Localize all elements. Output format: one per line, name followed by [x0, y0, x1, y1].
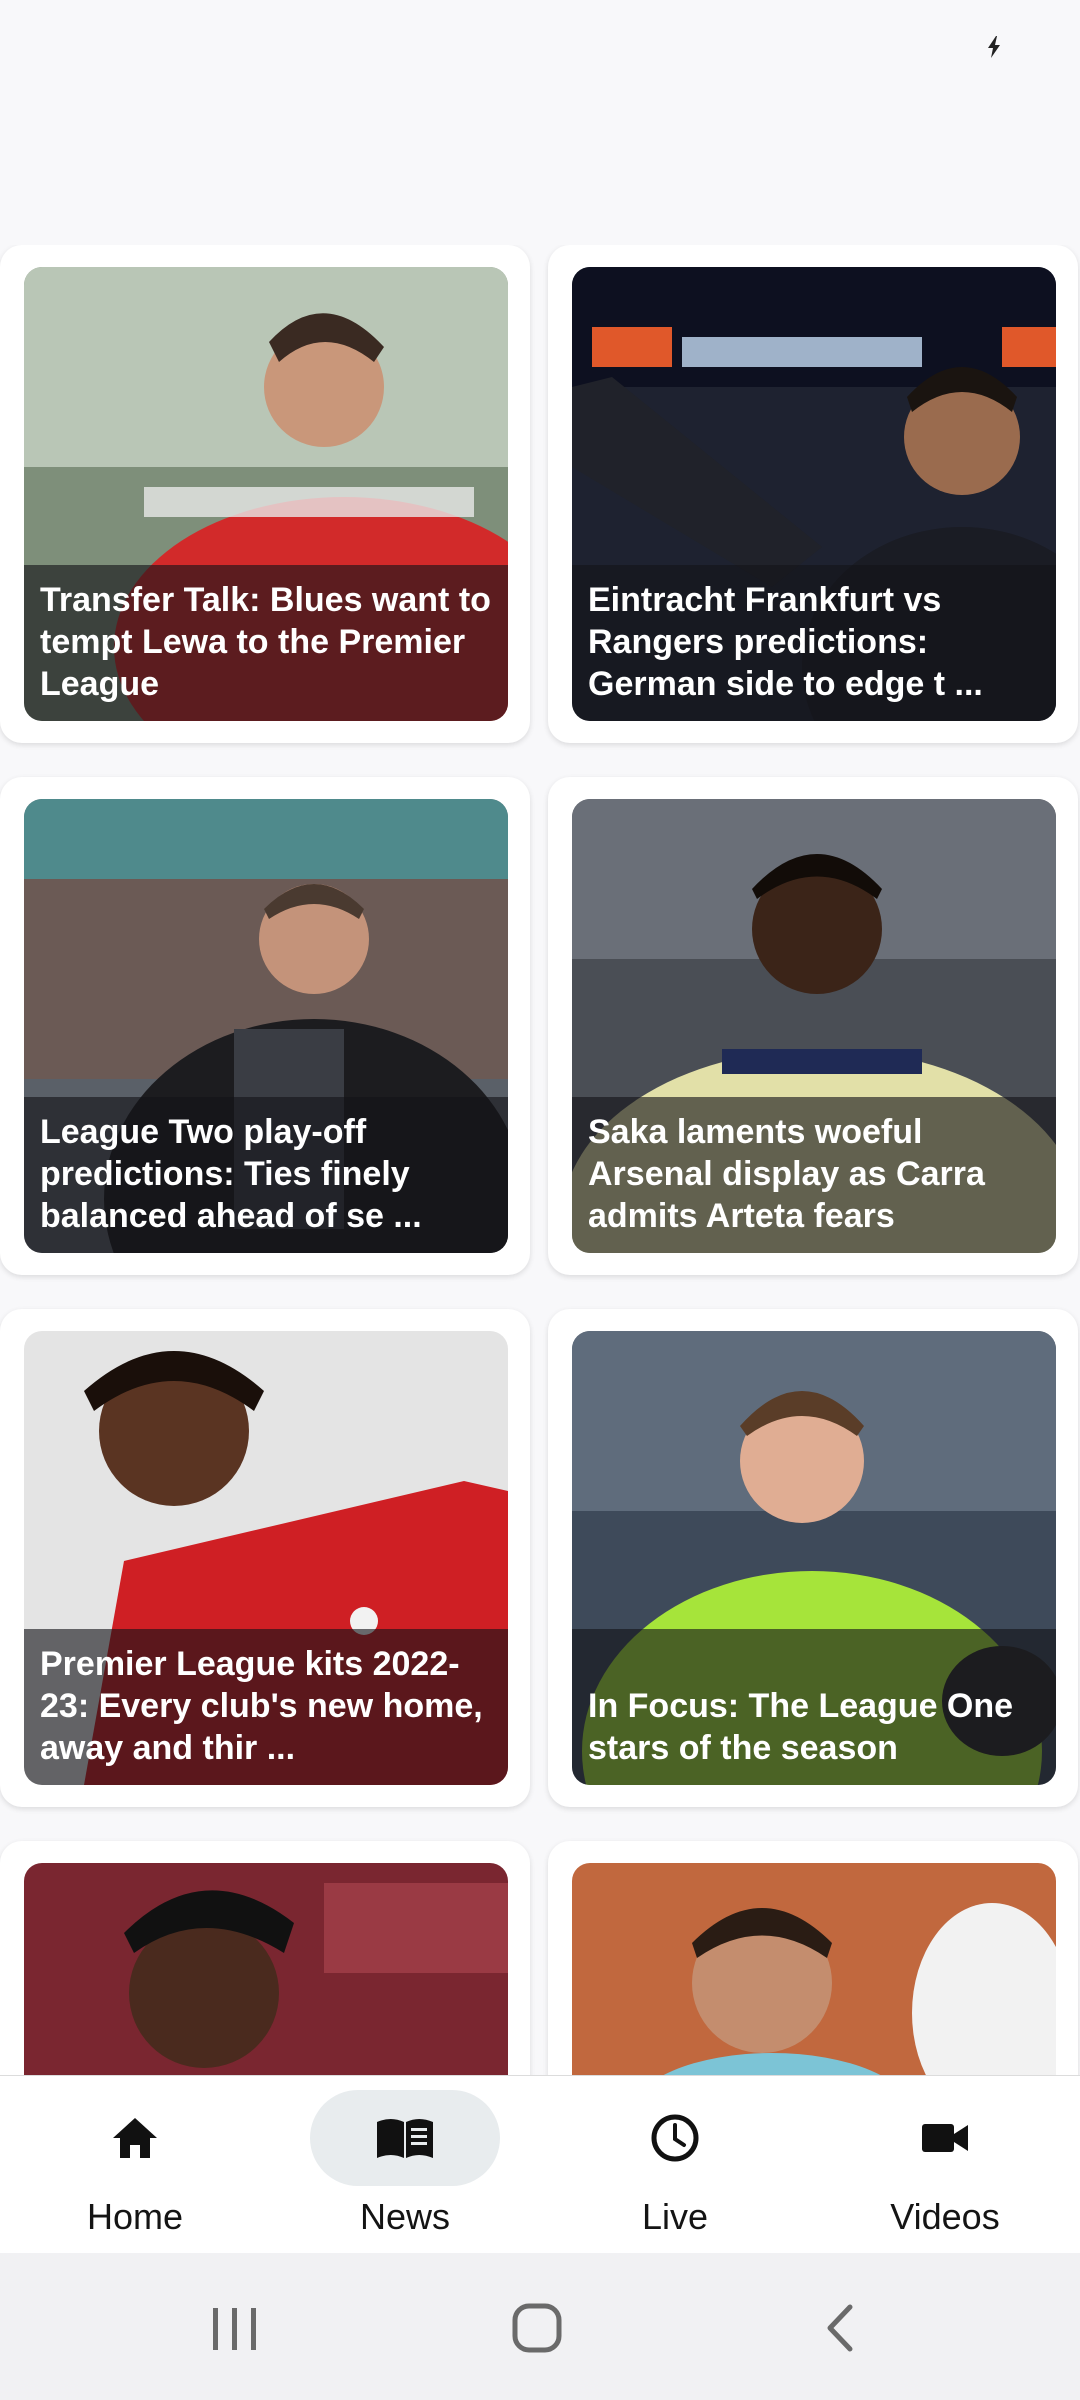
clock-icon	[651, 2114, 699, 2162]
news-title: Saka laments woeful Arsenal display as C…	[588, 1113, 985, 1235]
charging-bolt-icon	[988, 36, 1000, 58]
news-card[interactable]	[548, 1841, 1078, 2075]
news-card[interactable]: Eintracht Frankfurt vs Rangers predictio…	[548, 245, 1078, 743]
home-button[interactable]	[497, 2293, 577, 2363]
nav-label: Videos	[890, 2196, 1000, 2237]
news-caption: Eintracht Frankfurt vs Rangers predictio…	[572, 565, 1056, 721]
news-card[interactable]: Premier League kits 2022-23: Every club'…	[0, 1309, 530, 1807]
news-card[interactable]	[0, 1841, 530, 2075]
news-title: League Two play-off predictions: Ties fi…	[40, 1113, 422, 1235]
nav-label: Home	[86, 2196, 184, 2237]
news-thumbnail: In Focus: The League One stars of the se…	[572, 1331, 1056, 1785]
news-title: Transfer Talk: Blues want to tempt Lewa …	[40, 581, 491, 703]
status-bar	[0, 0, 1080, 90]
news-caption: Saka laments woeful Arsenal display as C…	[572, 1097, 1056, 1253]
nav-item-news[interactable]: News	[270, 2076, 540, 2254]
news-card[interactable]: League Two play-off predictions: Ties fi…	[0, 777, 530, 1275]
newspaper-icon	[377, 2119, 433, 2158]
system-navigation-bar	[0, 2253, 1080, 2400]
news-caption: In Focus: The League One stars of the se…	[572, 1629, 1056, 1785]
nav-label: Live	[641, 2196, 709, 2237]
news-title: In Focus: The League One stars of the se…	[588, 1687, 1014, 1767]
nav-item-videos[interactable]: Videos	[810, 2076, 1080, 2254]
news-thumbnail: Eintracht Frankfurt vs Rangers predictio…	[572, 267, 1056, 721]
news-caption: Premier League kits 2022-23: Every club'…	[24, 1629, 508, 1785]
news-thumbnail: Transfer Talk: Blues want to tempt Lewa …	[24, 267, 508, 721]
back-chevron-icon	[827, 2304, 853, 2352]
news-thumbnail: League Two play-off predictions: Ties fi…	[24, 799, 508, 1253]
news-caption: League Two play-off predictions: Ties fi…	[24, 1097, 508, 1253]
recents-icon	[213, 2308, 256, 2350]
news-thumbnail	[24, 1863, 508, 2075]
home-icon	[113, 2118, 157, 2158]
nav-icon-container	[850, 2090, 1040, 2186]
news-card[interactable]: Saka laments woeful Arsenal display as C…	[548, 777, 1078, 1275]
nav-item-home[interactable]: Home	[0, 2076, 270, 2254]
news-title: Eintracht Frankfurt vs Rangers predictio…	[588, 581, 983, 703]
bottom-navigation: Home News Live Videos	[0, 2075, 1080, 2254]
nav-icon-container	[310, 2090, 500, 2186]
videocam-icon	[922, 2124, 968, 2152]
news-thumbnail: Premier League kits 2022-23: Every club'…	[24, 1331, 508, 1785]
news-thumbnail: Saka laments woeful Arsenal display as C…	[572, 799, 1056, 1253]
home-circle-icon	[512, 2303, 562, 2353]
nav-icon-container	[580, 2090, 770, 2186]
news-title: Premier League kits 2022-23: Every club'…	[40, 1645, 483, 1767]
news-thumbnail	[572, 1863, 1056, 2075]
back-button[interactable]	[800, 2293, 880, 2363]
news-card[interactable]: In Focus: The League One stars of the se…	[548, 1309, 1078, 1807]
nav-icon-container	[40, 2090, 230, 2186]
news-card[interactable]: Transfer Talk: Blues want to tempt Lewa …	[0, 245, 530, 743]
news-caption: Transfer Talk: Blues want to tempt Lewa …	[24, 565, 508, 721]
news-feed[interactable]: Transfer Talk: Blues want to tempt Lewa …	[0, 245, 1080, 2075]
nav-item-live[interactable]: Live	[540, 2076, 810, 2254]
recents-button[interactable]	[195, 2293, 275, 2363]
nav-label: News	[359, 2196, 451, 2237]
